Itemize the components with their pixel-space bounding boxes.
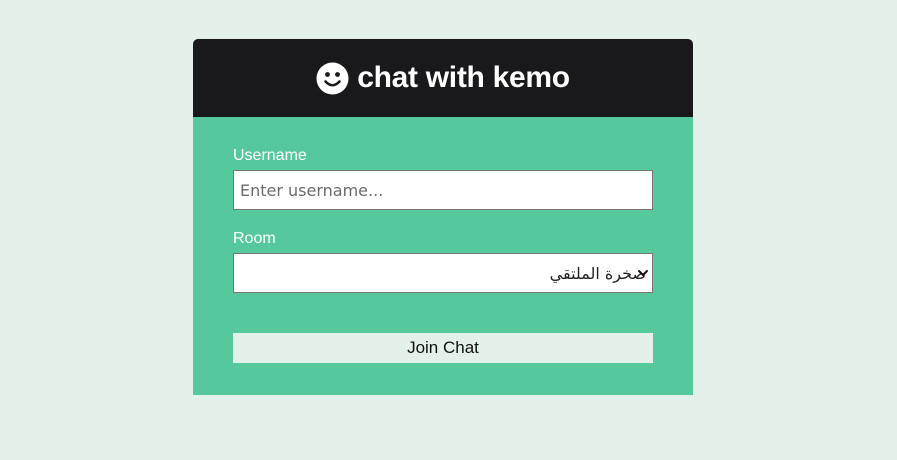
username-control: Username — [233, 147, 653, 210]
smile-icon — [316, 62, 349, 94]
join-main: Username Room صخرة الملتقي Join Chat — [193, 117, 693, 395]
room-control: Room صخرة الملتقي — [233, 230, 653, 293]
join-form: Username Room صخرة الملتقي Join Chat — [233, 147, 653, 363]
room-select-wrapper: صخرة الملتقي — [233, 253, 653, 293]
join-header: chat with kemo — [193, 39, 693, 117]
page-title: chat with kemo — [316, 61, 570, 95]
room-label: Room — [233, 230, 276, 247]
join-container: chat with kemo Username Room صخرة الملتق… — [193, 39, 693, 395]
username-input[interactable] — [233, 170, 653, 210]
app-title: chat with kemo — [357, 61, 570, 94]
join-chat-button[interactable]: Join Chat — [233, 333, 653, 363]
room-select[interactable]: صخرة الملتقي — [233, 253, 653, 293]
username-label: Username — [233, 147, 307, 164]
